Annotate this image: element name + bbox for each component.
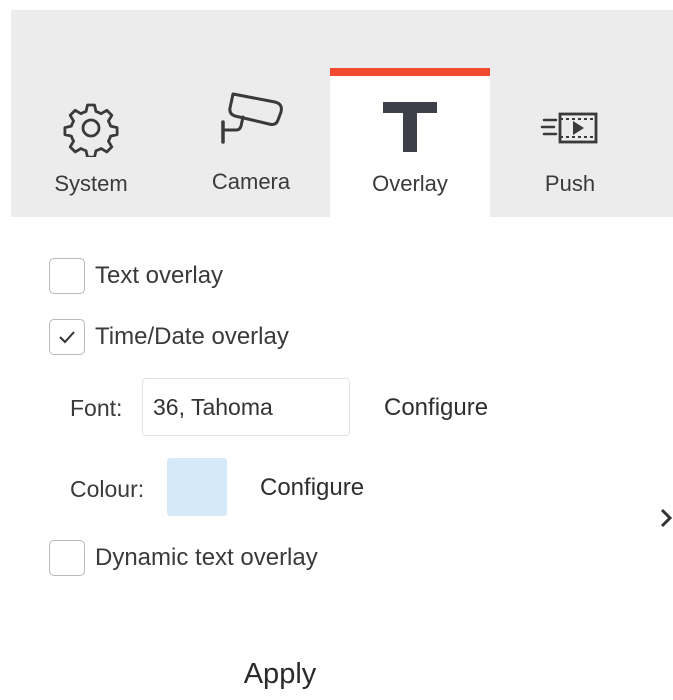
tab-overlay[interactable]: Overlay [330, 68, 490, 217]
tab-system-label: System [54, 171, 128, 196]
tab-camera-label: Camera [211, 169, 291, 194]
tab-camera[interactable]: Camera [171, 68, 331, 217]
font-configure-button[interactable]: Configure [384, 394, 488, 422]
dynamic-text-overlay-checkbox[interactable] [49, 540, 85, 576]
camera-icon [171, 88, 331, 148]
text-overlay-label: Text overlay [95, 262, 224, 289]
tab-system[interactable]: System [11, 68, 171, 217]
tab-overlay-label: Overlay [372, 171, 448, 196]
chevron-right-icon[interactable] [656, 500, 673, 536]
apply-button[interactable]: Apply [215, 658, 345, 700]
time-date-overlay-checkbox[interactable] [49, 319, 85, 355]
push-video-icon [490, 98, 650, 158]
dynamic-text-overlay-label: Dynamic text overlay [95, 544, 318, 571]
tab-push[interactable]: Push [490, 68, 650, 217]
colour-swatch[interactable] [167, 458, 227, 516]
tab-push-label: Push [544, 171, 596, 196]
time-date-overlay-label: Time/Date overlay [95, 323, 289, 350]
text-t-icon [330, 96, 490, 156]
font-label: Font: [70, 395, 123, 421]
font-field[interactable]: 36, Tahoma [142, 378, 350, 436]
time-date-overlay-row: Time/Date overlay [49, 319, 289, 355]
gear-icon [11, 98, 171, 158]
text-overlay-row: Text overlay [49, 258, 223, 294]
checkmark-icon [59, 331, 75, 344]
colour-configure-button[interactable]: Configure [260, 474, 364, 502]
text-overlay-checkbox[interactable] [49, 258, 85, 294]
colour-label: Colour: [70, 476, 145, 502]
dynamic-text-overlay-row: Dynamic text overlay [49, 540, 318, 576]
settings-tab-bar: System Camera Overlay Push [11, 10, 673, 217]
